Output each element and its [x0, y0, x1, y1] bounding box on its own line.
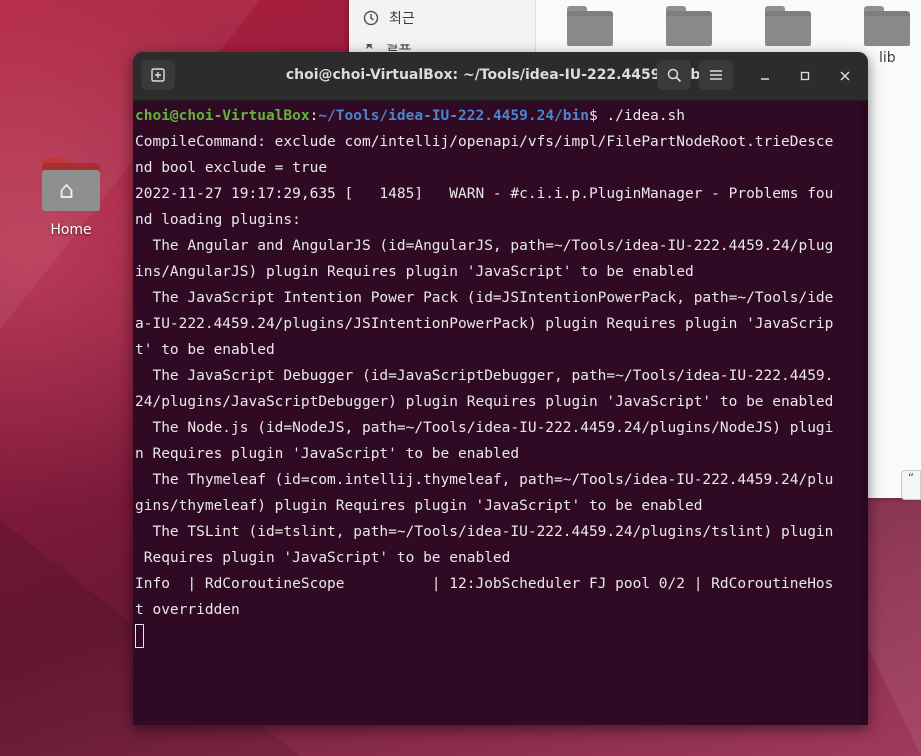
output-line: The Node.js (id=NodeJS, path=~/Tools/ide… — [135, 420, 834, 436]
input-line[interactable] — [135, 623, 860, 649]
prompt-user-host: choi@choi-VirtualBox — [135, 108, 310, 124]
prompt-line: choi@choi-VirtualBox:~/Tools/idea-IU-222… — [135, 103, 860, 129]
search-button[interactable] — [657, 60, 691, 90]
minimize-button[interactable] — [751, 62, 779, 90]
folder-icon[interactable] — [666, 6, 712, 46]
desktop-icon-label: Home — [50, 222, 92, 238]
folder-label[interactable]: lib — [879, 50, 896, 66]
output-line: nd bool exclude = true — [135, 160, 328, 176]
clock-icon — [363, 10, 379, 26]
terminal-scrollbar[interactable] — [860, 101, 868, 725]
output-line: gins/thymeleaf) plugin Requires plugin '… — [135, 498, 703, 514]
folder-icon[interactable] — [567, 6, 613, 46]
sidebar-item-label: 최근 — [389, 11, 415, 27]
sidebar-item-recent[interactable]: 최근 — [363, 8, 415, 28]
home-icon: ⌂ — [42, 158, 100, 212]
output-line: CompileCommand: exclude com/intellij/ope… — [135, 134, 834, 150]
hamburger-icon — [710, 70, 722, 80]
window-edge: “ — [901, 470, 921, 500]
search-icon — [667, 68, 681, 82]
output-line: n Requires plugin 'JavaScript' to be ena… — [135, 446, 520, 462]
terminal-output[interactable]: choi@choi-VirtualBox:~/Tools/idea-IU-222… — [133, 101, 860, 725]
output-line: The JavaScript Debugger (id=JavaScriptDe… — [135, 368, 834, 384]
close-icon — [840, 71, 850, 81]
output-line: The JavaScript Intention Power Pack (id=… — [135, 290, 834, 306]
folder-icon[interactable] — [765, 6, 811, 46]
prompt-command: ./idea.sh — [606, 108, 686, 124]
close-button[interactable] — [831, 62, 859, 90]
folder-icon[interactable] — [864, 6, 910, 46]
output-line: Requires plugin 'JavaScript' to be enabl… — [135, 550, 511, 566]
output-line: t' to be enabled — [135, 342, 275, 358]
desktop-home-icon[interactable]: ⌂ Home — [40, 158, 102, 238]
output-line: t overridden — [135, 602, 240, 618]
output-line: ins/AngularJS) plugin Requires plugin 'J… — [135, 264, 694, 280]
output-line: nd loading plugins: — [135, 212, 301, 228]
prompt-symbol: $ — [588, 108, 607, 124]
output-line: Info | RdCoroutineScope | 12:JobSchedule… — [135, 576, 834, 592]
output-line: The TSLint (id=tslint, path=~/Tools/idea… — [135, 524, 834, 540]
text-cursor — [135, 624, 144, 648]
maximize-icon — [800, 71, 810, 81]
prompt-path: ~/Tools/idea-IU-222.4459.24/bin — [318, 108, 589, 124]
maximize-button[interactable] — [791, 62, 819, 90]
output-line: The Thymeleaf (id=com.intellij.thymeleaf… — [135, 472, 834, 488]
terminal-titlebar[interactable]: choi@choi-VirtualBox: ~/Tools/idea-IU-22… — [133, 52, 868, 101]
output-line: The Angular and AngularJS (id=AngularJS,… — [135, 238, 834, 254]
menu-button[interactable] — [699, 60, 733, 90]
minimize-icon — [761, 78, 769, 80]
output-line: 2022-11-27 19:17:29,635 [ 1485] WARN - #… — [135, 186, 834, 202]
output-line: a-IU-222.4459.24/plugins/JSIntentionPowe… — [135, 316, 834, 332]
terminal-window[interactable]: choi@choi-VirtualBox: ~/Tools/idea-IU-22… — [133, 52, 868, 725]
output-line: 24/plugins/JavaScriptDebugger) plugin Re… — [135, 394, 834, 410]
